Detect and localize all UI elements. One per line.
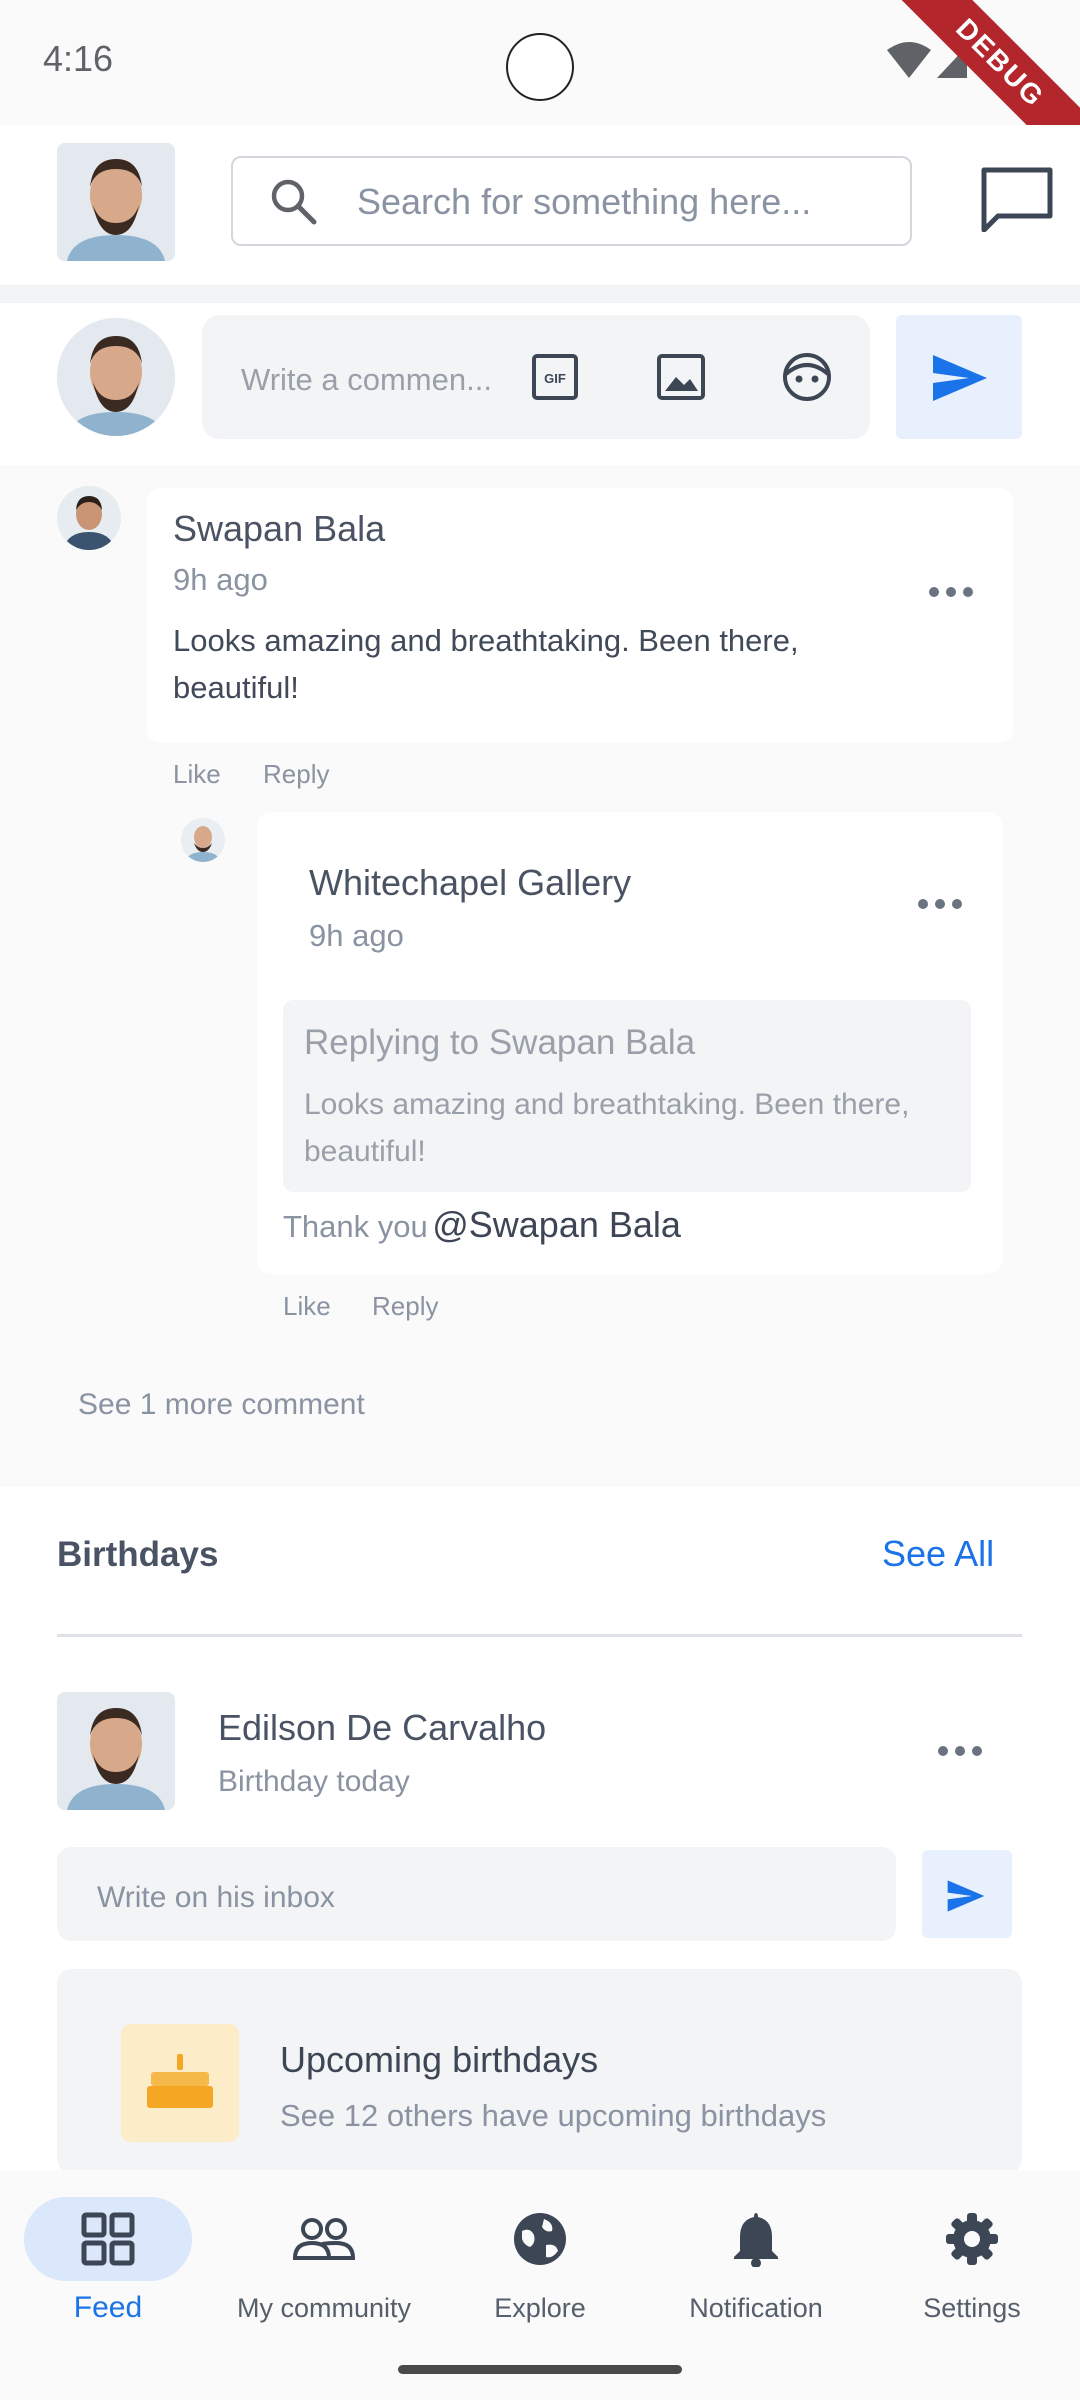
see-all-link[interactable]: See All	[882, 1533, 994, 1575]
nav-label-my-community: My community	[236, 2293, 412, 2323]
upcoming-subtitle: See 12 others have upcoming birthdays	[280, 2098, 827, 2133]
avatar-image	[57, 1692, 175, 1810]
avatar-image	[57, 143, 175, 261]
profile-avatar[interactable]	[57, 143, 175, 261]
like-link[interactable]: Like	[283, 1291, 331, 1322]
gear-icon	[946, 2213, 998, 2265]
comment-placeholder: Write a commen...	[241, 362, 492, 397]
more-options-icon[interactable]	[928, 586, 974, 598]
wifi-icon	[887, 42, 931, 78]
reply-link[interactable]: Reply	[372, 1291, 438, 1322]
nav-item-explore[interactable]: Explore	[440, 2197, 640, 2347]
cake-icon	[147, 2054, 213, 2108]
avatar-image	[57, 486, 121, 550]
reply-author[interactable]: Whitechapel Gallery	[309, 862, 631, 904]
people-icon	[292, 2218, 356, 2260]
more-options-icon[interactable]	[937, 1745, 983, 1757]
grid-icon	[81, 2212, 135, 2266]
divider	[57, 1634, 1022, 1637]
globe-icon	[514, 2213, 566, 2265]
send-icon	[947, 1880, 985, 1912]
gif-icon[interactable]: GIF	[531, 353, 579, 401]
mention-link[interactable]: @Swapan Bala	[432, 1204, 681, 1245]
search-placeholder: Search for something here...	[357, 181, 812, 222]
emoji-icon[interactable]	[782, 352, 832, 402]
reply-link[interactable]: Reply	[263, 759, 329, 790]
more-options-icon[interactable]	[917, 898, 963, 910]
nav-item-notification[interactable]: Notification	[656, 2197, 856, 2347]
quote-text: Looks amazing and breathtaking. Been the…	[304, 1088, 910, 1168]
image-icon[interactable]	[656, 353, 706, 401]
birthday-avatar[interactable]	[57, 1692, 175, 1810]
nav-label-notification: Notification	[689, 2293, 823, 2323]
avatar-image	[57, 318, 175, 436]
nav-label-settings: Settings	[923, 2293, 1021, 2323]
avatar-image	[181, 818, 225, 862]
search-icon	[271, 179, 317, 225]
nav-label-explore: Explore	[494, 2293, 586, 2323]
birthdays-title: Birthdays	[57, 1535, 219, 1574]
comment-text: Looks amazing and breathtaking. Been the…	[173, 623, 799, 705]
camera-cutout	[506, 33, 574, 101]
birthday-person-name[interactable]: Edilson De Carvalho	[218, 1707, 546, 1749]
bell-icon	[734, 2213, 778, 2267]
reply-text: Thank you @Swapan Bala	[283, 1204, 681, 1246]
comment-author[interactable]: Swapan Bala	[173, 508, 385, 550]
quote-title: Replying to Swapan Bala	[304, 1023, 696, 1062]
comment-time: 9h ago	[173, 562, 268, 597]
commenter-avatar	[57, 486, 121, 550]
home-indicator[interactable]	[398, 2365, 682, 2374]
inbox-placeholder: Write on his inbox	[97, 1881, 335, 1914]
nav-item-settings[interactable]: Settings	[872, 2197, 1072, 2347]
reply-time: 9h ago	[309, 918, 404, 953]
like-link[interactable]: Like	[173, 759, 221, 790]
status-time: 4:16	[43, 38, 114, 79]
composer-avatar	[57, 318, 175, 436]
nav-label-feed: Feed	[73, 2291, 143, 2324]
svg-text:GIF: GIF	[544, 371, 566, 386]
see-more-comments[interactable]: See 1 more comment	[78, 1388, 365, 1422]
divider	[0, 285, 1080, 303]
reply-text-prefix: Thank you	[283, 1209, 428, 1244]
reply-avatar	[181, 818, 225, 862]
send-icon	[933, 355, 987, 401]
chat-icon[interactable]	[980, 166, 1054, 232]
nav-item-my-community[interactable]: My community	[224, 2197, 424, 2347]
birthday-status: Birthday today	[218, 1765, 410, 1798]
upcoming-title: Upcoming birthdays	[280, 2039, 599, 2080]
nav-item-feed[interactable]: Feed	[8, 2197, 208, 2347]
